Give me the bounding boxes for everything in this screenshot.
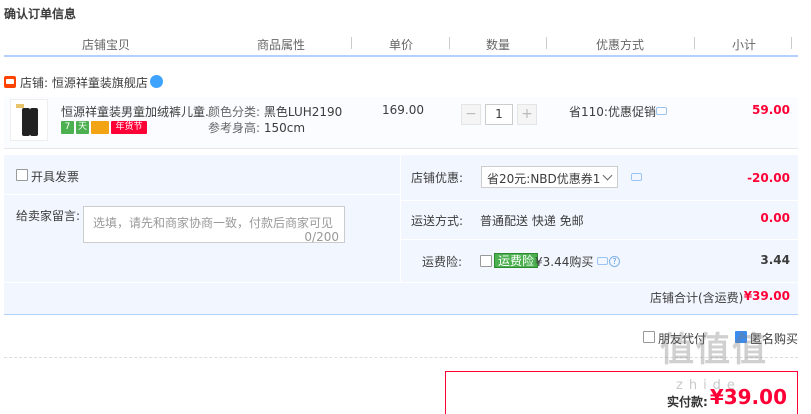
payment-label: 实付款: xyxy=(667,395,708,409)
column-separator xyxy=(694,37,695,49)
quantity-decrease-button[interactable]: − xyxy=(461,104,481,125)
column-header-attributes: 商品属性 xyxy=(257,38,306,52)
insurance-price: ¥3.44购买 xyxy=(535,255,594,269)
shop-coupon-select[interactable]: 省20元:NBD优惠券1 xyxy=(481,166,618,188)
order-item-row: 恒源祥童装男童加绒裤儿童... 7 天 年货节 颜色分类: 黑色LUH2190 … xyxy=(4,97,798,149)
quantity-input[interactable]: 1 xyxy=(485,104,513,125)
column-separator xyxy=(791,37,792,49)
payment-summary-box: 实付款: ¥39.00 xyxy=(445,371,798,414)
insurance-amount: 3.44 xyxy=(760,253,790,267)
product-title-link[interactable]: 恒源祥童装男童加绒裤儿童... xyxy=(61,103,209,120)
invoice-checkbox[interactable] xyxy=(16,169,28,181)
height-attr-value: 150cm xyxy=(263,121,306,135)
shop-discount-label: 店铺优惠: xyxy=(411,171,464,185)
shop-icon xyxy=(4,76,16,88)
insurance-label: 运费险: xyxy=(422,255,463,269)
anonymous-checkbox[interactable] xyxy=(735,331,747,343)
height-attr-label: 参考身高: xyxy=(208,121,261,135)
delivery-amount: 0.00 xyxy=(760,211,790,225)
shop-name-link[interactable]: 恒源祥童装旗舰店 xyxy=(52,76,148,90)
shop-discount-amount: -20.00 xyxy=(747,171,790,185)
message-placeholder: 选填，请先和商家协商一致，付款后商家可见 xyxy=(93,216,334,230)
product-thumbnail[interactable] xyxy=(10,99,48,141)
shop-prefix: 店铺: xyxy=(20,76,49,90)
panel-row-divider xyxy=(401,200,798,201)
friend-pay-checkbox[interactable] xyxy=(643,331,655,343)
wangwang-chat-icon[interactable] xyxy=(150,75,163,88)
quantity-stepper: − 1 + xyxy=(461,104,537,125)
chevron-down-icon xyxy=(602,170,613,181)
guarantee-badge: 天 xyxy=(76,121,89,134)
shop-total-label: 店铺合计(含运费) xyxy=(650,291,744,305)
column-separator xyxy=(351,37,352,49)
credit-card-icon xyxy=(91,121,109,134)
column-separator xyxy=(449,37,450,49)
message-char-count: 0/200 xyxy=(304,230,339,244)
shop-coupon-selected: 省20元:NBD优惠券1 xyxy=(487,172,601,186)
column-headers: 店铺宝贝 商品属性 单价 数量 优惠方式 小计 xyxy=(4,33,798,54)
promotion-text: 省110:优惠促销 xyxy=(569,105,656,119)
anonymous-label: 匿名购买 xyxy=(750,332,799,346)
delivery-method: 普通配送 快递 免邮 xyxy=(480,214,584,228)
color-attr-label: 颜色分类: xyxy=(208,105,261,119)
quantity-increase-button[interactable]: + xyxy=(517,104,537,125)
pants-image-left xyxy=(22,108,30,136)
coupon-comment-icon[interactable] xyxy=(631,173,642,181)
new-year-festival-badge: 年货节 xyxy=(111,121,147,134)
header-divider xyxy=(4,55,798,57)
promotion-comment-icon[interactable] xyxy=(656,107,667,115)
insurance-checkbox[interactable] xyxy=(480,255,492,267)
panel-row-divider xyxy=(401,239,798,240)
product-tag-icon xyxy=(16,104,24,108)
bottom-divider xyxy=(4,357,798,358)
question-icon[interactable]: ? xyxy=(609,256,620,267)
item-subtotal: 59.00 xyxy=(752,103,790,117)
message-textarea[interactable]: 选填，请先和商家协商一致，付款后商家可见 0/200 xyxy=(83,206,345,244)
page-title: 确认订单信息 xyxy=(4,7,77,21)
invoice-label: 开具发票 xyxy=(31,170,80,184)
panel-row-divider xyxy=(4,282,798,283)
order-options-panel: 开具发票 给卖家留言: 选填，请先和商家协商一致，付款后商家可见 0/200 店… xyxy=(4,155,798,315)
column-header-subtotal: 小计 xyxy=(732,38,757,52)
pants-image-right xyxy=(30,108,38,136)
seven-day-return-badge: 7 xyxy=(61,121,74,134)
column-header-discount: 优惠方式 xyxy=(596,38,645,52)
column-header-quantity: 数量 xyxy=(486,38,511,52)
friend-pay-label: 朋友代付 xyxy=(658,332,707,346)
color-attr-value: 黑色LUH2190 xyxy=(263,105,343,119)
column-header-price: 单价 xyxy=(389,38,414,52)
panel-divider xyxy=(400,155,401,282)
message-label: 给卖家留言: xyxy=(16,209,81,223)
panel-row-divider xyxy=(4,194,400,195)
delivery-label: 运送方式: xyxy=(411,214,464,228)
shop-total-amount: ¥39.00 xyxy=(743,289,790,303)
column-header-shop-item: 店铺宝贝 xyxy=(82,38,131,52)
column-separator xyxy=(546,37,547,49)
payment-amount: ¥39.00 xyxy=(709,385,787,409)
shipping-insurance-badge: 运费险 xyxy=(494,253,539,268)
insurance-comment-icon[interactable] xyxy=(597,257,608,265)
unit-price: 169.00 xyxy=(382,103,424,117)
